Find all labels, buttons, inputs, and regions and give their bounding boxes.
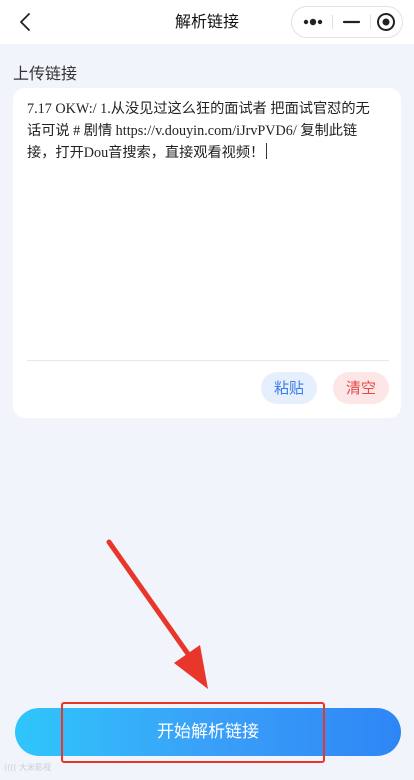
upload-link-label: 上传链接 bbox=[13, 64, 78, 83]
back-button[interactable] bbox=[10, 6, 42, 38]
paste-button[interactable]: 粘贴 bbox=[261, 372, 317, 404]
start-parse-button[interactable]: 开始解析链接 bbox=[15, 708, 401, 756]
minimize-icon bbox=[342, 20, 361, 24]
watermark: (((( 大米影视 bbox=[4, 763, 52, 772]
minimize-button[interactable] bbox=[333, 7, 370, 37]
text-cursor bbox=[266, 143, 268, 159]
close-target-icon bbox=[377, 13, 395, 31]
navigation-bar: 解析链接 bbox=[0, 0, 414, 44]
more-button[interactable] bbox=[294, 7, 331, 37]
chevron-left-icon bbox=[20, 13, 30, 31]
clear-button[interactable]: 清空 bbox=[333, 372, 389, 404]
more-dots-icon bbox=[303, 18, 323, 26]
link-input-card: 7.17 OKW:/ 1.从没见过这么狂的面试者 把面试官怼的无话可说 # 剧情… bbox=[13, 88, 401, 418]
close-button[interactable] bbox=[369, 7, 406, 37]
link-textarea[interactable]: 7.17 OKW:/ 1.从没见过这么狂的面试者 把面试官怼的无话可说 # 剧情… bbox=[27, 98, 383, 353]
link-text-content: 7.17 OKW:/ 1.从没见过这么狂的面试者 把面试官怼的无话可说 # 剧情… bbox=[27, 101, 370, 161]
card-divider bbox=[27, 360, 389, 361]
mini-program-capsule bbox=[291, 6, 403, 38]
